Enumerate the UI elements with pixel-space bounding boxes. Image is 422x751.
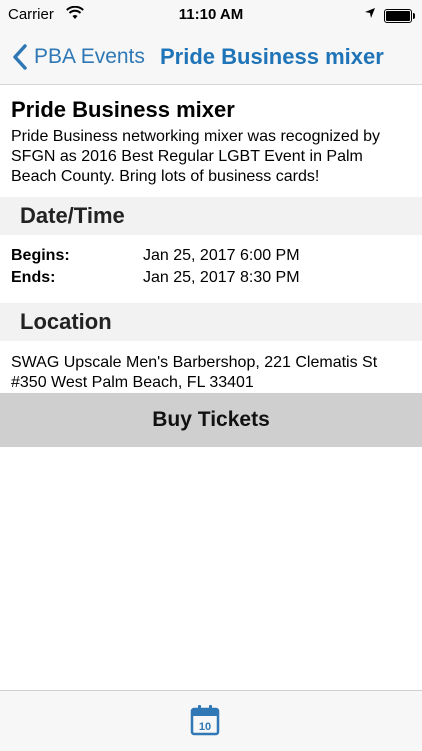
calendar-icon[interactable]: 10 xyxy=(190,704,220,736)
datetime-rows: Begins: Jan 25, 2017 6:00 PM Ends: Jan 2… xyxy=(0,235,422,303)
ends-label: Ends: xyxy=(11,269,56,286)
ends-value: Jan 25, 2017 8:30 PM xyxy=(143,269,300,286)
calendar-day: 10 xyxy=(199,721,211,733)
event-description: Pride Business networking mixer was reco… xyxy=(11,128,381,185)
chevron-left-icon xyxy=(13,44,27,70)
page-title: Pride Business mixer xyxy=(160,44,384,69)
status-time: 11:10 AM xyxy=(178,6,244,23)
tab-bar: 10 xyxy=(0,690,422,751)
battery-icon xyxy=(384,9,415,23)
back-button-label: PBA Events xyxy=(34,45,145,68)
status-bar: Carrier 11:10 AM xyxy=(0,0,422,30)
begins-row: Begins: Jan 25, 2017 6:00 PM xyxy=(11,245,411,267)
event-summary: Pride Business mixer Pride Business netw… xyxy=(0,85,422,197)
back-button[interactable]: PBA Events xyxy=(10,42,145,72)
begins-label: Begins: xyxy=(11,247,70,264)
begins-value: Jan 25, 2017 6:00 PM xyxy=(143,247,300,264)
event-title: Pride Business mixer xyxy=(11,97,235,122)
location-arrow-icon xyxy=(365,8,375,18)
navigation-bar: PBA Events Pride Business mixer xyxy=(0,30,422,85)
buy-tickets-button[interactable]: Buy Tickets xyxy=(0,393,422,447)
ends-row: Ends: Jan 25, 2017 8:30 PM xyxy=(11,267,411,289)
datetime-section-header: Date/Time xyxy=(0,197,422,235)
event-detail: Pride Business mixer Pride Business netw… xyxy=(0,85,422,407)
location-section-header: Location xyxy=(0,303,422,341)
